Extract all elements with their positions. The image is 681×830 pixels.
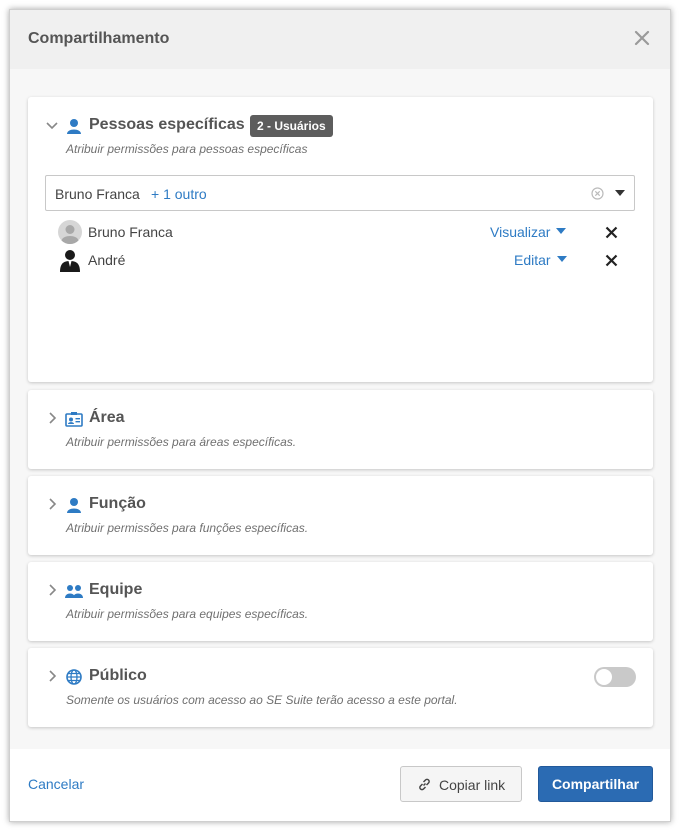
section-description: Somente os usuários com acesso ao SE Sui…	[66, 693, 458, 707]
default-avatar-icon	[58, 220, 82, 244]
copy-link-label: Copiar link	[439, 777, 506, 793]
remove-user-icon[interactable]	[605, 226, 618, 239]
section-pessoas: Pessoas específicas 2 - Usuários Atribui…	[28, 97, 653, 382]
caret-down-icon	[556, 256, 567, 263]
public-toggle[interactable]	[594, 667, 636, 687]
toggle-knob	[596, 669, 612, 685]
chevron-right-icon[interactable]	[45, 669, 59, 683]
permission-label: Editar	[514, 252, 551, 268]
chevron-right-icon[interactable]	[45, 583, 59, 597]
user-select[interactable]: Bruno Franca + 1 outro	[45, 175, 635, 211]
dialog-body: Pessoas específicas 2 - Usuários Atribui…	[10, 69, 670, 749]
dialog-header: Compartilhamento	[10, 10, 670, 69]
link-icon	[419, 778, 430, 791]
section-area[interactable]: Área Atribuir permissões para áreas espe…	[28, 390, 653, 469]
permission-dropdown[interactable]: Visualizar	[490, 224, 567, 240]
section-description: Atribuir permissões para funções específ…	[66, 521, 309, 535]
user-count-badge: 2 - Usuários	[250, 115, 333, 137]
person-icon	[67, 119, 81, 134]
caret-down-icon	[556, 228, 567, 235]
dialog-footer: Cancelar Copiar link Compartilhar	[10, 749, 670, 821]
copy-link-button[interactable]: Copiar link	[400, 766, 522, 802]
select-value: Bruno Franca	[55, 186, 140, 202]
group-icon	[65, 585, 83, 598]
section-description: Atribuir permissões para áreas específic…	[66, 435, 297, 449]
share-button[interactable]: Compartilhar	[538, 766, 653, 802]
cancel-link[interactable]: Cancelar	[28, 776, 84, 792]
globe-icon	[66, 669, 82, 685]
chevron-down-icon[interactable]	[45, 119, 59, 133]
permission-dropdown[interactable]: Editar	[514, 252, 567, 268]
section-title: Equipe	[89, 581, 143, 598]
user-row: André Editar	[58, 248, 636, 274]
dialog-title: Compartilhamento	[28, 30, 170, 47]
clear-icon[interactable]	[591, 187, 604, 200]
user-name: Bruno Franca	[88, 224, 173, 240]
section-title[interactable]: Pessoas específicas	[89, 116, 245, 134]
section-title: Função	[89, 495, 146, 512]
chevron-right-icon[interactable]	[45, 497, 59, 511]
section-description: Atribuir permissões para pessoas específ…	[66, 142, 308, 156]
user-row: Bruno Franca Visualizar	[58, 220, 636, 246]
section-publico[interactable]: Público Somente os usuários com acesso a…	[28, 648, 653, 727]
section-equipe[interactable]: Equipe Atribuir permissões para equipes …	[28, 562, 653, 641]
id-card-icon	[65, 412, 83, 427]
user-name: André	[88, 252, 126, 268]
chevron-right-icon[interactable]	[45, 411, 59, 425]
section-title: Área	[89, 409, 125, 426]
caret-down-icon[interactable]	[615, 190, 625, 197]
section-title: Público	[89, 667, 147, 684]
person-icon	[67, 498, 81, 513]
select-more-count[interactable]: + 1 outro	[151, 186, 207, 202]
permission-label: Visualizar	[490, 224, 551, 240]
remove-user-icon[interactable]	[605, 254, 618, 267]
section-funcao[interactable]: Função Atribuir permissões para funções …	[28, 476, 653, 555]
section-description: Atribuir permissões para equipes específ…	[66, 607, 309, 621]
close-icon[interactable]	[632, 28, 652, 48]
businessman-avatar-icon	[60, 250, 80, 272]
share-dialog: Compartilhamento Pessoas específicas 2 -…	[9, 9, 671, 822]
